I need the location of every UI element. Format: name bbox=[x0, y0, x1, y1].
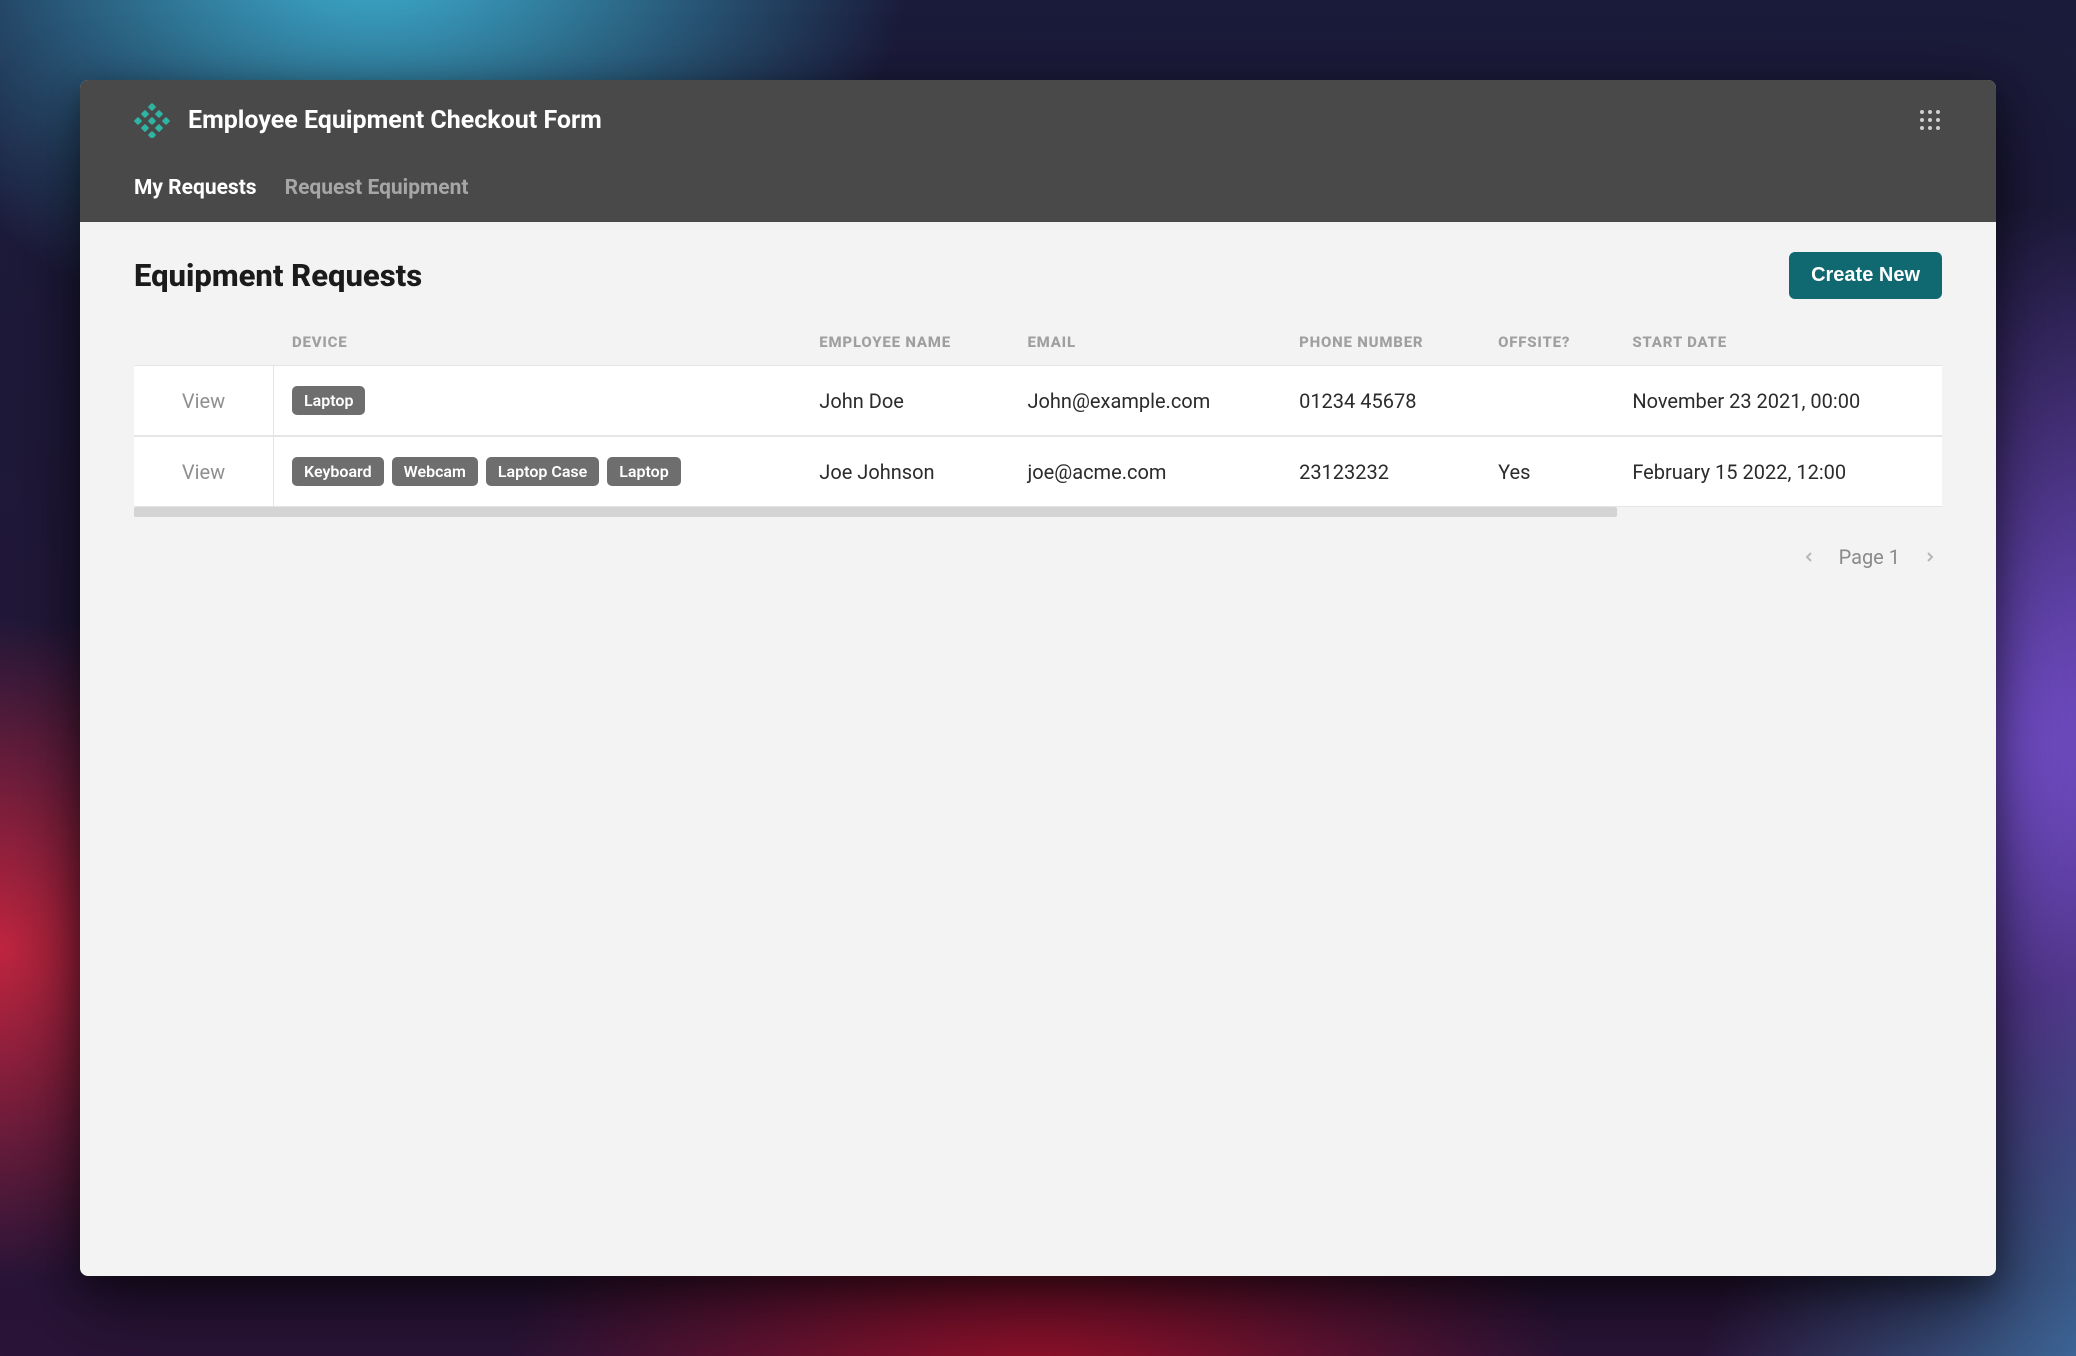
col-email: EMAIL bbox=[1009, 319, 1281, 365]
brand: Employee Equipment Checkout Form bbox=[134, 102, 602, 138]
create-new-button[interactable]: Create New bbox=[1789, 252, 1942, 299]
nav-tabs: My Requests Request Equipment bbox=[80, 152, 1996, 222]
view-cell: View bbox=[134, 365, 274, 436]
col-start-date: START DATE bbox=[1614, 319, 1942, 365]
tab-request-equipment[interactable]: Request Equipment bbox=[285, 162, 469, 222]
table-row: View Keyboard Webcam Laptop Case Laptop Joe J… bbox=[134, 436, 1942, 507]
email-cell: joe@acme.com bbox=[1009, 436, 1281, 507]
phone-cell: 23123232 bbox=[1281, 436, 1480, 507]
employee-name-cell: Joe Johnson bbox=[801, 436, 1009, 507]
view-cell: View bbox=[134, 436, 274, 507]
table-row: View Laptop John DoeJohn@example.com01234 … bbox=[134, 365, 1942, 436]
view-link[interactable]: View bbox=[182, 460, 225, 484]
col-employee-name: EMPLOYEE NAME bbox=[801, 319, 1009, 365]
device-chip: Keyboard bbox=[292, 457, 384, 486]
phone-cell: 01234 45678 bbox=[1281, 365, 1480, 436]
col-view bbox=[134, 319, 274, 365]
start-date-cell: November 23 2021, 00:00 bbox=[1614, 365, 1942, 436]
app-window: Employee Equipment Checkout Form My Requ… bbox=[80, 80, 1996, 1276]
main-content: Equipment Requests Create New DEVICE EMP… bbox=[80, 222, 1996, 1276]
email-cell: John@example.com bbox=[1009, 365, 1281, 436]
col-phone: PHONE NUMBER bbox=[1281, 319, 1480, 365]
app-logo-icon bbox=[134, 102, 170, 138]
app-header: Employee Equipment Checkout Form My Requ… bbox=[80, 80, 1996, 222]
horizontal-scrollbar[interactable] bbox=[134, 507, 1617, 517]
col-device: DEVICE bbox=[274, 319, 801, 365]
device-cell: Laptop bbox=[274, 365, 801, 436]
device-chips: Laptop bbox=[292, 386, 783, 415]
device-chip: Webcam bbox=[392, 457, 478, 486]
offsite-cell bbox=[1480, 365, 1614, 436]
chevron-left-icon[interactable] bbox=[1801, 549, 1817, 565]
col-offsite: OFFSITE? bbox=[1480, 319, 1614, 365]
page-head: Equipment Requests Create New bbox=[134, 252, 1942, 299]
page-label: Page 1 bbox=[1839, 545, 1900, 569]
start-date-cell: February 15 2022, 12:00 bbox=[1614, 436, 1942, 507]
table-wrapper: DEVICE EMPLOYEE NAME EMAIL PHONE NUMBER … bbox=[134, 319, 1942, 517]
pagination: Page 1 bbox=[134, 517, 1942, 597]
view-link[interactable]: View bbox=[182, 389, 225, 413]
chevron-right-icon[interactable] bbox=[1922, 549, 1938, 565]
page-title: Equipment Requests bbox=[134, 257, 422, 294]
titlebar: Employee Equipment Checkout Form bbox=[80, 80, 1996, 152]
device-chip: Laptop bbox=[292, 386, 365, 415]
device-chip: Laptop Case bbox=[486, 457, 599, 486]
employee-name-cell: John Doe bbox=[801, 365, 1009, 436]
app-title: Employee Equipment Checkout Form bbox=[188, 106, 602, 135]
tab-my-requests[interactable]: My Requests bbox=[134, 162, 257, 222]
device-chips: Keyboard Webcam Laptop Case Laptop bbox=[292, 457, 783, 486]
apps-grid-icon[interactable] bbox=[1918, 108, 1942, 132]
requests-table: DEVICE EMPLOYEE NAME EMAIL PHONE NUMBER … bbox=[134, 319, 1942, 507]
device-chip: Laptop bbox=[607, 457, 680, 486]
device-cell: Keyboard Webcam Laptop Case Laptop bbox=[274, 436, 801, 507]
offsite-cell: Yes bbox=[1480, 436, 1614, 507]
